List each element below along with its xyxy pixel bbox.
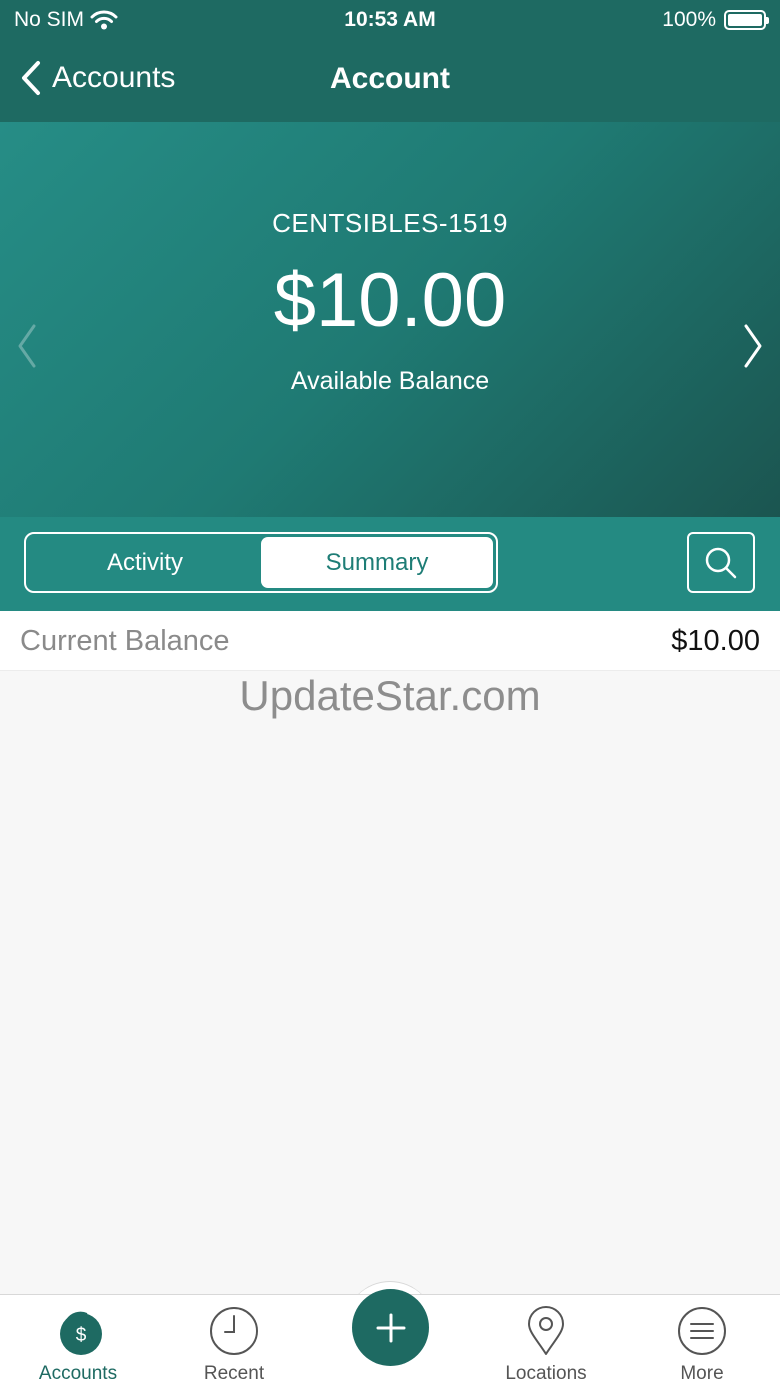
account-hero[interactable]: CENTSIBLES-1519 $10.00 Available Balance [0,122,780,517]
current-balance-value: $10.00 [671,625,760,657]
watermark: UpdateStar.com [239,672,541,719]
current-balance-label: Current Balance [20,625,230,657]
current-balance-row: Current Balance $10.00 [0,611,780,671]
tab-accounts[interactable]: $ Accounts [0,1295,156,1387]
tab-label-recent: Recent [203,1363,265,1384]
back-label: Accounts [52,61,176,94]
status-bar: No SIM 10:53 AM 100% [0,0,780,40]
plus-icon [376,1313,405,1342]
chevron-left-icon [22,61,40,95]
battery-percent: 100% [662,8,716,31]
view-toolbar: Activity Summary [0,517,780,611]
next-account-button[interactable] [742,322,766,375]
nav-bar: Accounts Account [0,40,780,122]
search-button[interactable] [687,532,755,593]
tab-more[interactable]: More [624,1295,780,1387]
accounts-icon: $ [60,1311,102,1355]
location-pin-icon [528,1306,564,1355]
menu-icon [678,1307,726,1355]
add-button[interactable] [352,1289,429,1366]
available-balance-amount: $10.00 [273,258,507,343]
battery-icon [724,10,769,30]
tab-summary[interactable]: Summary [261,537,493,588]
search-icon [705,547,737,578]
tab-label-accounts: Accounts [38,1363,118,1384]
tab-recent[interactable]: Recent [156,1295,312,1387]
tab-label-more: More [680,1363,724,1384]
tab-label-locations: Locations [505,1363,587,1384]
svg-text:$: $ [76,1325,87,1346]
chevron-right-icon [744,324,762,368]
battery-group: 100% [662,8,769,32]
account-name: CENTSIBLES-1519 [272,208,508,238]
available-balance-caption: Available Balance [290,367,490,395]
tab-activity[interactable]: Activity [29,537,261,588]
view-segmented-control: Activity Summary [24,532,498,593]
tab-locations[interactable]: Locations [468,1295,624,1387]
clock-icon [210,1307,258,1355]
back-button[interactable]: Accounts [20,60,175,96]
